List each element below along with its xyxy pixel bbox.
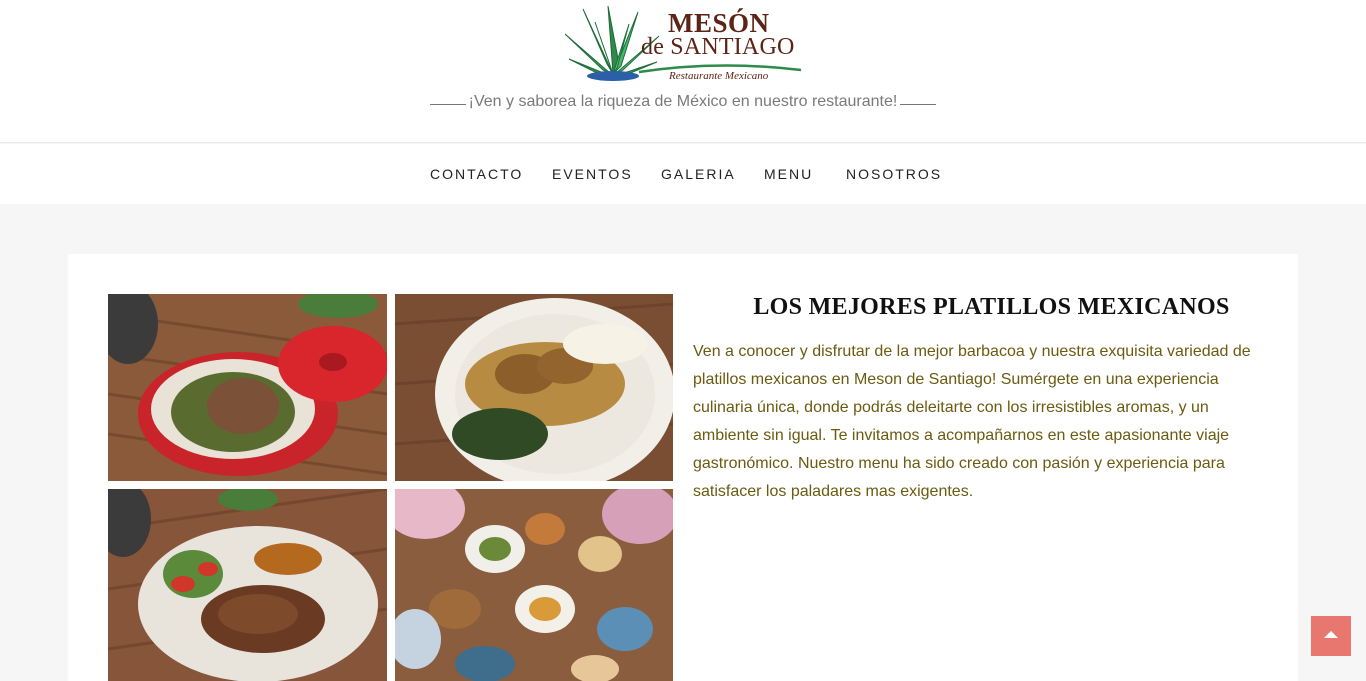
logo-subtitle: Restaurante Mexicano bbox=[669, 70, 769, 82]
tagline: ¡Ven y saborea la riqueza de México en n… bbox=[0, 92, 1366, 116]
arrow-up-icon bbox=[1324, 631, 1338, 638]
section-description: Ven a conocer y disfrutar de la mejor ba… bbox=[693, 343, 1251, 500]
nav-item-galeria[interactable]: GALERIA bbox=[661, 166, 736, 182]
steak-plate-photo[interactable] bbox=[108, 489, 387, 681]
tagline-divider-right bbox=[900, 104, 936, 105]
nav-item-eventos[interactable]: EVENTOS bbox=[552, 166, 633, 182]
site-logo[interactable]: MESÓN de SANTIAGO Restaurante Mexicano bbox=[563, 4, 803, 84]
main-navigation: CONTACTO EVENTOS GALERIA MENU NOSOTROS bbox=[0, 144, 1366, 204]
section-title: LOS MEJORES PLATILLOS MEXICANOS bbox=[753, 294, 1230, 320]
mole-plate-photo[interactable] bbox=[395, 294, 673, 481]
logo-title-2: de SANTIAGO bbox=[641, 34, 795, 60]
nav-item-nosotros[interactable]: NOSOTROS bbox=[846, 166, 942, 182]
nav-item-menu[interactable]: MENU bbox=[764, 166, 813, 182]
table-spread-photo[interactable] bbox=[395, 489, 673, 681]
scroll-to-top-button[interactable] bbox=[1311, 616, 1351, 656]
nav-item-contacto[interactable]: CONTACTO bbox=[430, 166, 523, 182]
barbacoa-pot-photo[interactable] bbox=[108, 294, 387, 481]
tagline-divider-left bbox=[430, 104, 466, 105]
site-header: MESÓN de SANTIAGO Restaurante Mexicano ¡… bbox=[0, 0, 1366, 143]
tagline-text: ¡Ven y saborea la riqueza de México en n… bbox=[468, 93, 898, 110]
